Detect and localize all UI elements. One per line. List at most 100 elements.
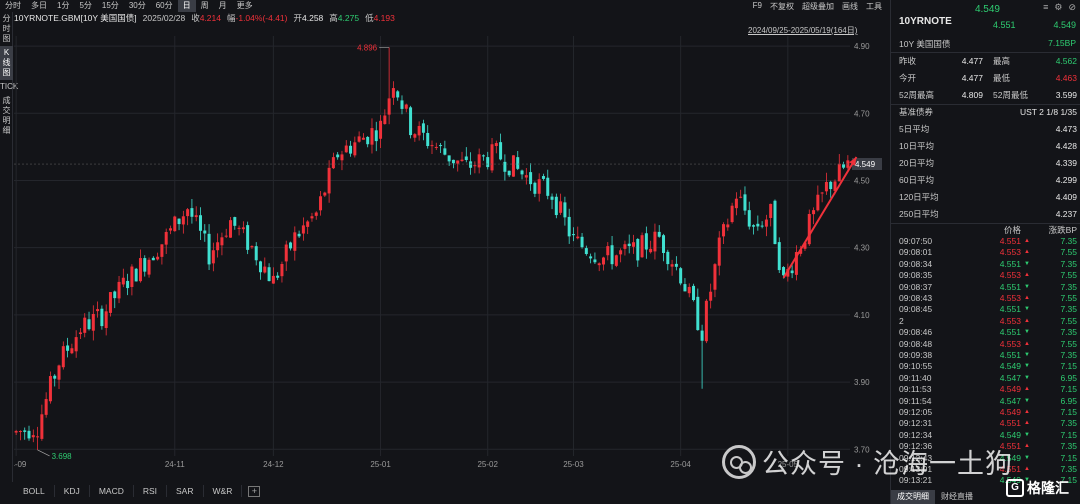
tab-timeframe[interactable]: 月 [214, 0, 232, 12]
tab-finance-live[interactable]: 财经直播 [935, 490, 979, 504]
nav-kline[interactable]: K线图 [0, 46, 13, 80]
tab-timeframe[interactable]: 周 [196, 0, 214, 12]
brand-name: 格隆汇 [1027, 480, 1069, 496]
ma-row: 20日平均 4.339 [899, 155, 1077, 172]
candle-body [181, 216, 185, 225]
arrow-down-icon: ▼ [1024, 329, 1030, 336]
trade-row: 09:08:48 4.553 ▲ 7.55 [891, 339, 1080, 350]
tab-timeframe[interactable]: 多日 [26, 0, 52, 12]
tab-timeframe[interactable]: 分时 [0, 0, 26, 12]
stat-value: 4.477 [961, 73, 983, 83]
add-indicator-button[interactable]: + [248, 485, 261, 497]
tab-timeframe-more[interactable]: 更多 [232, 0, 258, 12]
bond-label: 基准债券 [899, 107, 934, 117]
candle-body [310, 216, 314, 219]
trade-time: 09:08:43 [899, 293, 933, 303]
trade-row: 09:11:40 4.547 ▼ 6.95 [891, 373, 1080, 384]
trade-price: 4.551 [999, 418, 1021, 429]
change-bp: 7.15BP [1048, 38, 1076, 48]
candle-body [173, 216, 177, 232]
candle-body [198, 215, 202, 231]
y-tick-label: 4.30 [854, 244, 870, 253]
tab-timeframe[interactable]: 30分 [124, 0, 151, 12]
candle-body [829, 181, 833, 190]
trade-row: 09:11:54 4.547 ▼ 6.95 [891, 396, 1080, 407]
candle-body [246, 225, 250, 250]
header-bp: 涨跌BP [1048, 225, 1077, 235]
menu-icon[interactable]: ≡ [1043, 2, 1048, 13]
draw-button[interactable]: 画线 [842, 1, 858, 12]
symbol-label: 10YRNOTE.GBM[10Y 美国国债] [14, 13, 137, 23]
candle-body [233, 217, 237, 226]
trade-bp: 7.55 [1060, 270, 1077, 281]
candle-body [164, 231, 168, 245]
nav-tick[interactable]: TICK [0, 80, 18, 94]
tools-button[interactable]: 工具 [866, 1, 882, 12]
trade-row: 09:08:43 4.553 ▲ 7.55 [891, 293, 1080, 304]
trade-bp: 6.95 [1060, 395, 1077, 406]
indicator-macd[interactable]: MACD [90, 485, 134, 497]
candle-body [190, 208, 194, 217]
candle-body [259, 261, 263, 273]
tab-timeframe-daily[interactable]: 日 [177, 0, 196, 12]
date-range-link[interactable]: 2024/09/25-2025/05/19(164日) [748, 25, 857, 36]
candle-body [812, 210, 816, 215]
tab-trade-details[interactable]: 成交明细 [891, 490, 935, 504]
trade-price: 4.551 [999, 327, 1021, 338]
candle-body [143, 258, 147, 272]
instrument-name: 10Y 美国国债 [899, 39, 951, 49]
ma-label: 60日平均 [899, 175, 934, 185]
change-label: 幅-1.04%(-4.41) [227, 12, 287, 24]
x-tick-label: 24-12 [263, 460, 284, 469]
candle-body [57, 365, 61, 380]
ma-label: 5日平均 [899, 124, 930, 134]
candlestick-chart[interactable]: 4.904.704.504.304.103.903.7024-0924-1124… [14, 36, 888, 476]
nav-intraday[interactable]: 分时图 [0, 12, 13, 46]
candle-body [117, 281, 121, 299]
trade-time: 09:10:55 [899, 361, 933, 372]
indicator-boll[interactable]: BOLL [14, 485, 55, 497]
indicator-kdj[interactable]: KDJ [55, 485, 90, 497]
ma-label: 120日平均 [899, 192, 939, 202]
y-tick-label: 4.10 [854, 311, 870, 320]
candle-body [113, 291, 117, 299]
candle-body [636, 239, 640, 261]
candle-body [520, 170, 524, 175]
y-tick-label: 3.90 [854, 378, 870, 387]
trade-time: 09:11:53 [899, 384, 932, 395]
stat-row: 52周最高 4.809 52周最低 3.599 [899, 87, 1077, 104]
arrow-up-icon: ▲ [1024, 340, 1030, 347]
indicator-wr[interactable]: W&R [204, 485, 243, 497]
candle-body [254, 246, 258, 261]
candle-body [383, 115, 387, 125]
f9-button[interactable]: F9 [753, 1, 762, 12]
candle-body [276, 275, 280, 278]
adjust-button[interactable]: 不复权 [770, 1, 794, 12]
overlay-button[interactable]: 超级叠加 [802, 1, 834, 12]
x-tick-label: 25-04 [670, 460, 691, 469]
trade-row: 09:08:45 4.551 ▼ 7.35 [891, 304, 1080, 315]
candle-body [374, 130, 378, 142]
candle-body [739, 196, 743, 198]
candle-body [752, 225, 756, 227]
candle-body [700, 330, 704, 341]
gear-icon[interactable]: ⚙ [1054, 2, 1062, 13]
arrow-down-icon: ▼ [1024, 352, 1030, 358]
candle-body [456, 160, 460, 164]
tab-timeframe[interactable]: 15分 [97, 0, 124, 12]
max-label: 4.896 [357, 43, 378, 52]
candle-body [666, 251, 670, 265]
candle-body [104, 311, 108, 328]
indicator-sar[interactable]: SAR [167, 485, 204, 497]
nav-trade-details[interactable]: 成交明细 [0, 94, 13, 138]
tab-timeframe[interactable]: 5分 [74, 0, 96, 12]
tab-timeframe[interactable]: 60分 [151, 0, 178, 12]
tab-timeframe[interactable]: 1分 [52, 0, 74, 12]
candle-body [434, 146, 438, 148]
arrow-up-icon: ▲ [1024, 249, 1030, 256]
arrow-up-icon: ▲ [1024, 295, 1030, 301]
header-spacer [891, 224, 961, 236]
indicator-rsi[interactable]: RSI [134, 485, 168, 497]
close-icon[interactable]: ⊘ [1068, 2, 1076, 13]
change-value: -1.04%(-4.41) [235, 13, 288, 23]
